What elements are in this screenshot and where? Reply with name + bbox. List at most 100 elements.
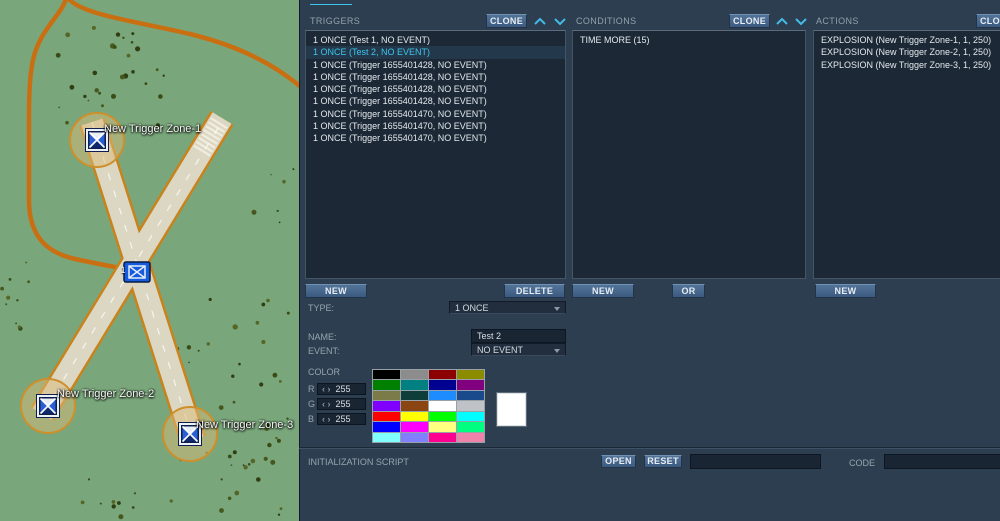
blue-stepper[interactable]: ‹ › 255 — [317, 413, 366, 425]
condition-new-button[interactable]: NEW — [572, 284, 634, 298]
color-swatch[interactable] — [429, 401, 456, 411]
actions-header: ACTIONS — [816, 16, 859, 26]
color-swatch[interactable] — [457, 380, 484, 390]
color-swatch[interactable] — [429, 432, 456, 442]
color-swatch[interactable] — [401, 432, 428, 442]
tree-dot — [278, 221, 281, 224]
tree-dot — [208, 297, 212, 302]
trigger-list-item[interactable]: 1 ONCE (Trigger 1655401428, NO EVENT) — [306, 59, 565, 71]
triggers-move-down-button[interactable] — [552, 15, 568, 28]
color-swatch[interactable] — [429, 380, 456, 390]
trigger-list-item[interactable]: 1 ONCE (Trigger 1655401428, NO EVENT) — [306, 83, 565, 95]
tree-dot — [113, 45, 117, 49]
tree-dot — [292, 168, 295, 171]
tree-dot — [270, 459, 276, 465]
color-swatch[interactable] — [401, 390, 428, 401]
color-swatch[interactable] — [457, 370, 484, 380]
panel-tab-triggers[interactable]: TRIGGERS — [310, 0, 352, 5]
dropdown-arrow-icon — [554, 307, 560, 311]
trigger-list-item[interactable]: 1 ONCE (Trigger 1655401470, NO EVENT) — [306, 108, 565, 120]
tree-dot — [6, 295, 11, 300]
actions-clone-button[interactable]: CLONE — [976, 14, 1000, 28]
tree-dot — [259, 382, 264, 387]
color-swatch[interactable] — [401, 422, 428, 432]
tree-dot — [111, 500, 116, 504]
color-swatch[interactable] — [429, 422, 456, 432]
blue-increment-button[interactable]: › — [328, 414, 331, 424]
map[interactable]: New Trigger Zone-1 New Trigger Zone-2 Ne… — [0, 0, 299, 521]
name-input[interactable] — [471, 329, 566, 343]
color-swatch[interactable] — [457, 422, 484, 432]
code-input[interactable] — [884, 454, 1000, 469]
color-swatch[interactable] — [457, 432, 484, 442]
red-decrement-button[interactable]: ‹ — [322, 384, 325, 394]
chevron-down-icon — [795, 18, 807, 26]
tree-dot — [276, 438, 281, 443]
green-increment-button[interactable]: › — [328, 399, 331, 409]
triggers-move-up-button[interactable] — [532, 15, 548, 28]
color-swatch[interactable] — [457, 401, 484, 411]
section-divider — [299, 447, 1000, 449]
airfield-icon[interactable] — [123, 261, 151, 283]
color-swatch[interactable] — [429, 370, 456, 380]
action-list-item[interactable]: EXPLOSION (New Trigger Zone-2, 1, 250) — [814, 46, 1000, 58]
red-increment-button[interactable]: › — [328, 384, 331, 394]
trigger-list-item[interactable]: 1 ONCE (Test 2, NO EVENT) — [306, 46, 565, 59]
color-swatch[interactable] — [401, 370, 428, 380]
color-swatch[interactable] — [373, 401, 400, 411]
color-swatch[interactable] — [457, 390, 484, 401]
tree-dot — [101, 104, 104, 108]
tree-dot — [118, 514, 124, 520]
conditions-move-down-button[interactable] — [793, 15, 809, 28]
condition-list-item[interactable]: TIME MORE (15) — [573, 34, 805, 46]
color-swatch[interactable] — [373, 370, 400, 380]
color-swatch[interactable] — [401, 411, 428, 422]
color-swatch[interactable] — [429, 390, 456, 401]
code-label: CODE — [849, 458, 876, 468]
triggers-clone-button[interactable]: CLONE — [486, 14, 527, 28]
tree-dot — [65, 120, 69, 125]
action-list-item[interactable]: EXPLOSION (New Trigger Zone-1, 1, 250) — [814, 34, 1000, 46]
color-swatch[interactable] — [373, 422, 400, 432]
action-list-item[interactable]: EXPLOSION (New Trigger Zone-3, 1, 250) — [814, 59, 1000, 71]
color-swatch[interactable] — [373, 390, 400, 401]
tree-dot — [58, 106, 61, 109]
chevron-up-icon — [534, 17, 546, 25]
color-swatch[interactable] — [457, 411, 484, 422]
blue-decrement-button[interactable]: ‹ — [322, 414, 325, 424]
condition-or-button[interactable]: OR — [672, 284, 705, 298]
conditions-move-up-button[interactable] — [774, 15, 790, 28]
color-swatch[interactable] — [373, 380, 400, 390]
tree-dot — [111, 504, 116, 509]
trigger-list-item[interactable]: 1 ONCE (Trigger 1655401470, NO EVENT) — [306, 120, 565, 132]
color-swatch[interactable] — [373, 411, 400, 422]
tree-dot — [243, 465, 248, 470]
trigger-delete-button[interactable]: DELETE — [504, 284, 565, 298]
green-decrement-button[interactable]: ‹ — [322, 399, 325, 409]
init-reset-button[interactable]: RESET — [644, 455, 682, 468]
conditions-clone-button[interactable]: CLONE — [729, 14, 770, 28]
tree-dot — [131, 32, 135, 36]
color-swatch[interactable] — [429, 411, 456, 422]
green-stepper[interactable]: ‹ › 255 — [317, 398, 366, 410]
event-label: EVENT: — [308, 346, 340, 356]
init-open-button[interactable]: OPEN — [601, 455, 636, 468]
trigger-list-item[interactable]: 1 ONCE (Trigger 1655401428, NO EVENT) — [306, 71, 565, 83]
triggers-header: TRIGGERS — [310, 16, 361, 26]
trigger-list-item[interactable]: 1 ONCE (Trigger 1655401470, NO EVENT) — [306, 132, 565, 144]
init-script-input[interactable] — [690, 454, 821, 469]
action-new-button[interactable]: NEW — [815, 284, 876, 298]
trigger-list-item[interactable]: 1 ONCE (Test 1, NO EVENT) — [306, 34, 565, 46]
trigger-list-item[interactable]: 1 ONCE (Trigger 1655401428, NO EVENT) — [306, 95, 565, 107]
tree-dot — [197, 349, 200, 352]
trigger-new-button[interactable]: NEW — [305, 284, 367, 298]
red-stepper[interactable]: ‹ › 255 — [317, 383, 366, 395]
event-dropdown[interactable]: NO EVENT — [471, 343, 566, 356]
tree-dot — [267, 442, 272, 448]
tree-dot — [275, 436, 278, 440]
type-dropdown[interactable]: 1 ONCE — [449, 301, 566, 314]
color-swatch[interactable] — [373, 432, 400, 442]
color-swatch[interactable] — [401, 380, 428, 390]
tree-dot — [255, 477, 261, 482]
color-swatch[interactable] — [401, 401, 428, 411]
